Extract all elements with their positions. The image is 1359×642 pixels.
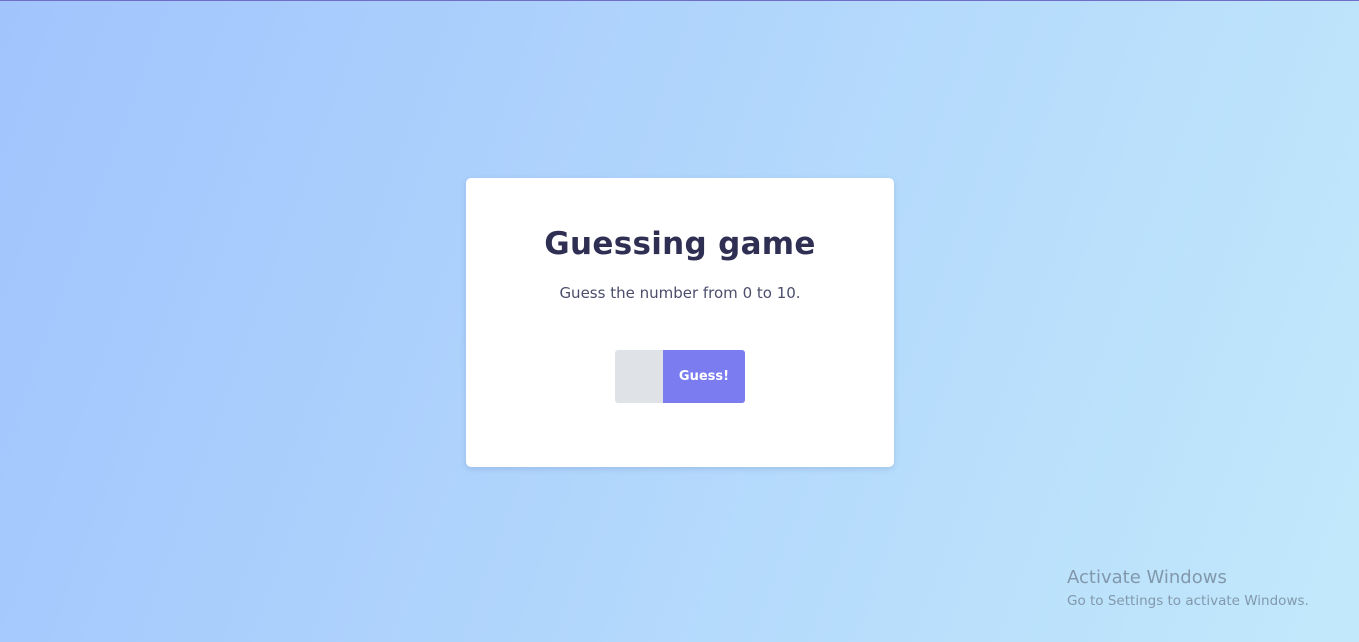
- guess-button[interactable]: Guess!: [663, 350, 745, 403]
- watermark-title: Activate Windows: [1067, 567, 1227, 588]
- game-instructions: Guess the number from 0 to 10.: [559, 284, 801, 302]
- windows-activation-watermark: Activate Windows Go to Settings to activ…: [1067, 566, 1309, 612]
- game-title: Guessing game: [544, 226, 816, 262]
- guess-input[interactable]: [615, 350, 663, 403]
- guess-form: Guess!: [615, 350, 745, 403]
- watermark-subtitle: Go to Settings to activate Windows.: [1067, 593, 1309, 609]
- top-border-line: [0, 0, 1359, 1]
- game-card: Guessing game Guess the number from 0 to…: [466, 178, 894, 467]
